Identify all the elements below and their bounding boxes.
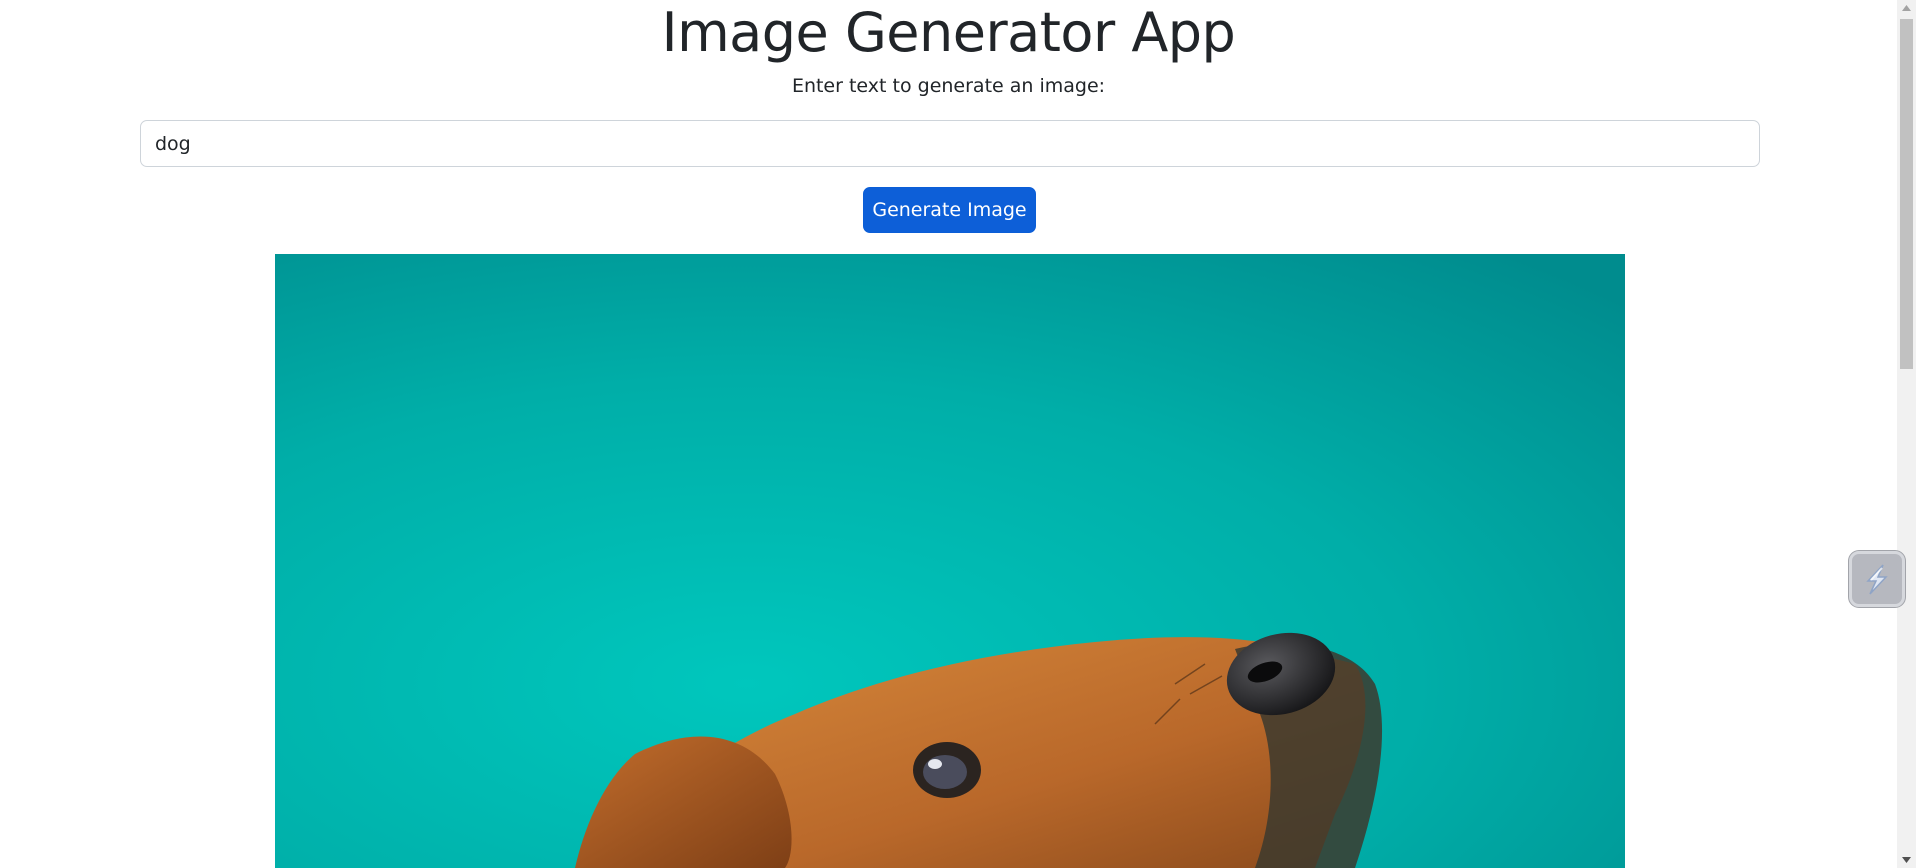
prompt-label: Enter text to generate an image: bbox=[791, 75, 1106, 97]
scrollbar-thumb[interactable] bbox=[1900, 19, 1913, 369]
vertical-scrollbar[interactable] bbox=[1897, 0, 1916, 868]
prompt-input[interactable] bbox=[140, 120, 1760, 167]
generate-image-button[interactable]: Generate Image bbox=[863, 187, 1036, 233]
scroll-down-arrow-icon[interactable] bbox=[1897, 851, 1916, 868]
lightning-bolt-icon bbox=[1866, 564, 1888, 595]
scroll-up-arrow-icon[interactable] bbox=[1897, 0, 1916, 17]
page-content: Image Generator App Enter text to genera… bbox=[0, 0, 1897, 868]
generated-image bbox=[275, 254, 1625, 868]
floating-extension-button[interactable] bbox=[1849, 551, 1905, 607]
page-title: Image Generator App bbox=[661, 1, 1236, 64]
dog-image bbox=[275, 254, 1625, 868]
browser-viewport: Image Generator App Enter text to genera… bbox=[0, 0, 1916, 868]
